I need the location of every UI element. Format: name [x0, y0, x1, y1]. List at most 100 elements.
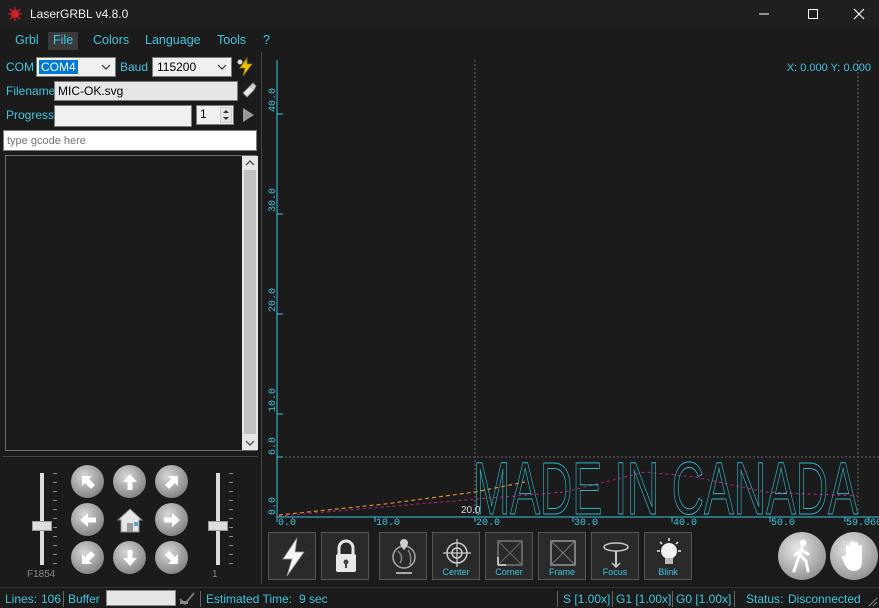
connect-icon[interactable] [236, 57, 256, 77]
arrow-down-left-icon [81, 550, 95, 564]
log-scrollbar[interactable] [242, 156, 258, 450]
window-title: LaserGRBL v4.8.0 [30, 7, 129, 21]
preview-canvas[interactable]: 0.010.020.030.040.050.059.060 0.06.010.0… [265, 52, 879, 531]
status-separator [734, 591, 735, 607]
open-file-icon[interactable] [240, 81, 258, 99]
run-play-icon[interactable] [240, 107, 256, 123]
y-tick-label: 20.0 [268, 288, 279, 312]
g0-override-value[interactable]: G0 [1.00x] [676, 592, 731, 606]
arrow-right-icon [163, 512, 180, 527]
copies-stepper[interactable]: 1 [196, 105, 234, 125]
jog-nw-button[interactable] [71, 465, 104, 498]
blink-button[interactable]: Blink [644, 532, 692, 580]
gcode-input[interactable] [3, 130, 257, 151]
coordinate-readout: X: 0.000 Y: 0.000 [786, 62, 871, 74]
speed-slider-thumb[interactable] [32, 521, 52, 531]
corner-button[interactable]: Corner [485, 532, 533, 580]
step-slider[interactable] [201, 469, 241, 569]
preview-svg: 0.010.020.030.040.050.059.060 0.06.010.0… [268, 60, 879, 531]
frame-button[interactable]: Frame [538, 532, 586, 580]
title-bar: LaserGRBL v4.8.0 [0, 0, 879, 28]
menu-help[interactable]: ? [258, 32, 275, 50]
estimated-time-label: Estimated Time: [206, 592, 293, 606]
buffer-bar [106, 590, 176, 606]
status-separator [200, 591, 201, 607]
menu-language[interactable]: Language [140, 32, 206, 50]
stop-button[interactable] [830, 532, 878, 580]
center-button[interactable]: Center [432, 532, 480, 580]
speed-slider[interactable] [25, 469, 65, 569]
minimize-icon [759, 13, 769, 15]
close-icon [853, 8, 865, 20]
scroll-thumb[interactable] [244, 170, 256, 434]
y-tick-label: 6.0 [268, 437, 279, 455]
x-tick-label: 60 [870, 518, 879, 527]
chevron-down-icon [101, 64, 111, 70]
com-port-select[interactable]: COM4 [36, 57, 116, 77]
center-label: Center [442, 567, 470, 577]
unlock-button[interactable] [321, 532, 369, 580]
jog-e-button[interactable] [155, 503, 188, 536]
arrow-up-icon [122, 473, 137, 490]
jog-s-button[interactable] [113, 541, 146, 574]
walking-person-icon [792, 539, 810, 573]
jog-n-button[interactable] [113, 465, 146, 498]
step-value: 1 [212, 569, 218, 580]
jog-sw-button[interactable] [71, 541, 104, 574]
scroll-up-icon[interactable] [245, 159, 255, 167]
filename-label: Filename [6, 84, 56, 98]
stepper-arrows-icon[interactable] [220, 107, 232, 123]
x-tick-label: 10.0 [376, 518, 400, 527]
step-slider-track [216, 473, 220, 565]
status-separator [557, 591, 558, 607]
log-console [5, 155, 258, 451]
lightning-icon [282, 537, 305, 577]
blink-label: Blink [658, 567, 678, 577]
baud-label: Baud [120, 60, 149, 74]
set-origin-button[interactable] [379, 532, 427, 580]
scroll-down-icon[interactable] [245, 439, 255, 447]
close-button[interactable] [836, 0, 879, 28]
focus-button[interactable]: Focus [591, 532, 639, 580]
com-label: COM [6, 60, 34, 74]
menu-colors[interactable]: Colors [88, 32, 134, 50]
status-value: Disconnected [788, 592, 861, 606]
arrow-down-right-icon [164, 550, 178, 564]
buffer-label: Buffer [68, 592, 100, 606]
speed-slider-ticks [53, 473, 57, 565]
status-separator [63, 591, 64, 607]
walk-job-button[interactable] [778, 532, 826, 580]
arrow-down-icon [122, 549, 137, 566]
lines-label: Lines: [5, 592, 38, 606]
step-slider-ticks [229, 473, 233, 565]
jog-ne-button[interactable] [155, 465, 188, 498]
jog-home-button[interactable] [113, 503, 146, 536]
maximize-icon [808, 9, 818, 19]
jog-w-button[interactable] [71, 503, 104, 536]
control-panel: COM COM4 Baud 115200 Filename MIC-OK.svg… [0, 52, 262, 584]
buffer-check-icon [179, 592, 195, 605]
baud-rate-select[interactable]: 115200 [152, 57, 232, 77]
speed-slider-track [40, 473, 44, 565]
jog-se-button[interactable] [155, 541, 188, 574]
copies-value: 1 [200, 107, 207, 121]
progress-label: Progress [6, 108, 55, 122]
laser-power-button[interactable] [268, 532, 316, 580]
g1-override-value[interactable]: G1 [1.00x] [616, 592, 671, 606]
menu-tools[interactable]: Tools [212, 32, 251, 50]
artwork-text: MADE IN CANADA [473, 447, 858, 527]
step-slider-thumb[interactable] [208, 521, 228, 531]
menu-file[interactable]: File [48, 32, 79, 50]
y-tick-label: 40.0 [268, 88, 279, 112]
y-tick-group: 0.0 6.0 10.0 20.0 30.0 40.0 [268, 88, 283, 518]
speed-value: F1854 [27, 569, 56, 580]
frame-icon [550, 540, 576, 566]
s-override-value[interactable]: S [1.00x] [563, 592, 610, 606]
focus-label: Focus [602, 567, 628, 577]
x-tick-label: 0.0 [278, 518, 296, 527]
baud-rate-value: 115200 [157, 60, 197, 74]
maximize-button[interactable] [790, 0, 836, 28]
minimize-button[interactable] [741, 0, 787, 28]
resize-grip-icon[interactable] [866, 595, 878, 607]
menu-grbl[interactable]: Grbl [10, 32, 44, 50]
